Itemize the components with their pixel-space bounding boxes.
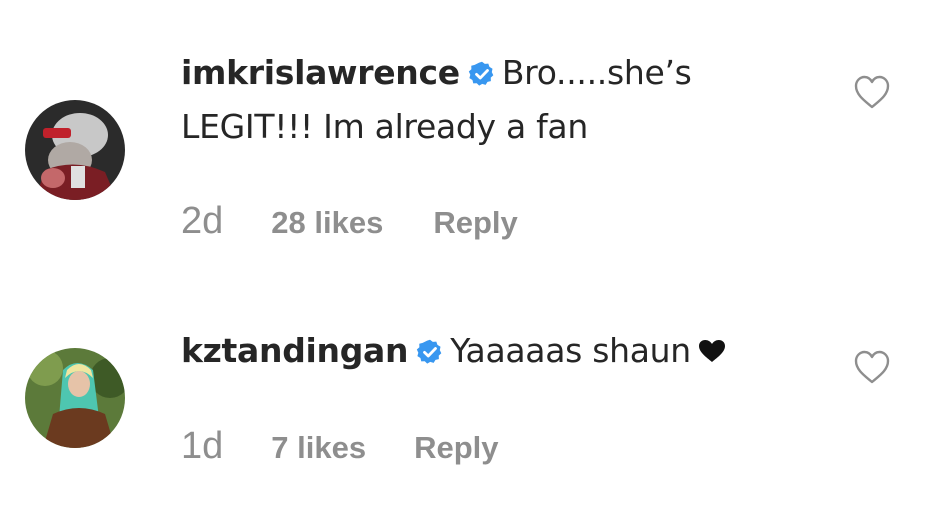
comment-username[interactable]: imkrislawrence	[181, 53, 460, 92]
avatar-image	[25, 100, 125, 200]
black-heart-icon	[697, 326, 727, 380]
comment-text-line2: LEGIT!!! Im already a fan	[181, 107, 588, 146]
reply-button[interactable]: Reply	[433, 205, 517, 241]
like-heart-icon[interactable]	[853, 74, 891, 110]
comment-likes-count[interactable]: 28 likes	[271, 205, 383, 241]
comment-item: kztandingan Yaaaaas shaun 1d 7 likes Repl…	[0, 300, 951, 510]
comment-meta: 1d 7 likes Reply	[181, 425, 499, 468]
like-heart-icon[interactable]	[853, 349, 891, 385]
avatar-image	[25, 348, 125, 448]
comment-likes-count[interactable]: 7 likes	[271, 430, 366, 466]
comment-item: imkrislawrence Bro.....she’s LEGIT!!! Im a…	[0, 0, 951, 270]
avatar[interactable]	[25, 348, 125, 448]
comment-text-body: Yaaaaas shaun	[450, 331, 691, 370]
comment-text: kztandingan Yaaaaas shaun	[181, 324, 781, 380]
comment-time[interactable]: 2d	[181, 200, 223, 243]
verified-badge-icon	[416, 338, 444, 366]
comment-username[interactable]: kztandingan	[181, 331, 409, 370]
comment-meta: 2d 28 likes Reply	[181, 200, 518, 243]
verified-badge-icon	[468, 60, 496, 88]
comment-text-line1: Bro.....she’s	[501, 53, 692, 92]
comment-time[interactable]: 1d	[181, 425, 223, 468]
comment-text: imkrislawrence Bro.....she’s LEGIT!!! Im a…	[181, 46, 781, 154]
avatar[interactable]	[25, 100, 125, 200]
reply-button[interactable]: Reply	[414, 430, 498, 466]
